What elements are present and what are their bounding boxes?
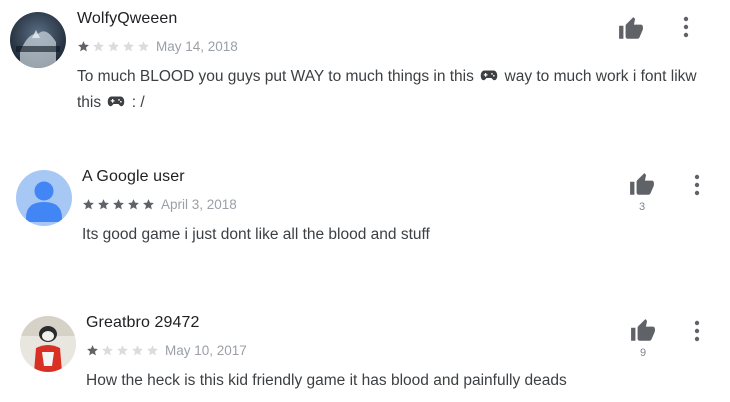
rating-row: May 10, 2017: [86, 342, 247, 358]
star-filled-icon: [113, 198, 124, 209]
review-author: Greatbro 29472: [86, 314, 200, 331]
star-filled-icon: [98, 198, 109, 209]
star-empty-icon: [102, 344, 113, 355]
star-empty-icon: [123, 40, 134, 51]
review-date: May 14, 2018: [156, 38, 238, 54]
thumbs-up-icon[interactable]: [629, 172, 655, 198]
star-filled-icon: [78, 40, 89, 51]
star-rating: [86, 344, 161, 357]
thumbs-up-icon[interactable]: [618, 16, 644, 42]
review-date: April 3, 2018: [161, 196, 237, 212]
star-empty-icon: [138, 40, 149, 51]
star-rating: [77, 40, 152, 53]
star-empty-icon: [147, 344, 158, 355]
avatar[interactable]: [16, 170, 72, 226]
star-empty-icon: [108, 40, 119, 51]
gamepad-icon: [480, 70, 498, 81]
star-filled-icon: [128, 198, 139, 209]
review-text-part: : /: [131, 94, 145, 111]
review-text-part: To much BLOOD you guys put WAY to much t…: [77, 68, 474, 85]
helpful-count: 9: [639, 347, 647, 359]
more-options-icon[interactable]: [689, 320, 705, 342]
star-rating: [82, 198, 157, 211]
avatar[interactable]: [20, 316, 76, 372]
review-text-part: way to much work i font likw: [504, 68, 697, 85]
more-options-icon[interactable]: [678, 16, 694, 38]
star-filled-icon: [143, 198, 154, 209]
review-text-part: this: [77, 94, 102, 111]
star-empty-icon: [93, 40, 104, 51]
review-author: A Google user: [82, 168, 185, 185]
star-empty-icon: [132, 344, 143, 355]
star-filled-icon: [87, 344, 98, 355]
rating-row: May 14, 2018: [77, 38, 238, 54]
review-date: May 10, 2017: [165, 342, 247, 358]
thumbs-up-icon[interactable]: [630, 318, 656, 344]
star-empty-icon: [117, 344, 128, 355]
gamepad-icon: [108, 96, 125, 107]
avatar[interactable]: [10, 12, 66, 68]
rating-row: April 3, 2018: [82, 196, 237, 212]
review-text: To much BLOOD you guys put WAY to much t…: [77, 64, 717, 116]
helpful-count: 3: [638, 201, 646, 213]
star-filled-icon: [83, 198, 94, 209]
review-text: Its good game i just dont like all the b…: [82, 226, 430, 243]
review-card: A Google user April 3, 2018 Its good gam…: [0, 150, 730, 260]
review-text: How the heck is this kid friendly game i…: [86, 372, 567, 389]
review-card: Greatbro 29472 May 10, 2017 How the heck…: [0, 296, 730, 402]
more-options-icon[interactable]: [689, 174, 705, 196]
review-author: WolfyQweeen: [77, 10, 178, 27]
review-card: WolfyQweeen May 14, 2018 To much BLOOD y…: [0, 0, 730, 140]
